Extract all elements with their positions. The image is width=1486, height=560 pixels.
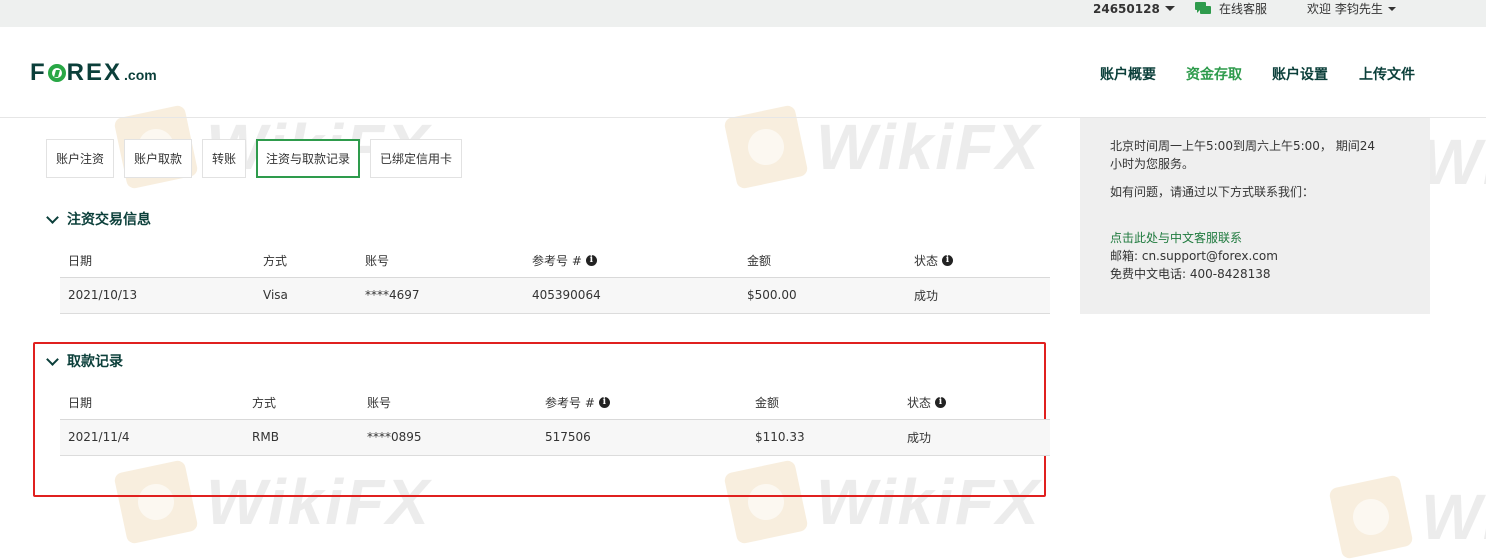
column-header: 方式 xyxy=(252,395,277,410)
site-header: F REX .com 账户概要 资金存取 账户设置 上传文件 xyxy=(0,27,1486,118)
chevron-down-icon xyxy=(1387,6,1396,11)
status-cell: 成功 xyxy=(914,288,939,303)
date-cell: 2021/11/4 xyxy=(68,430,130,444)
column-header: 日期 xyxy=(68,253,93,268)
info-icon[interactable]: i xyxy=(585,254,597,266)
column-header: 金额 xyxy=(747,253,772,268)
withdrawals-table-header: 日期 方式 账号 参考号 # i 金额 状态 i xyxy=(60,385,1050,421)
tab-transaction-history[interactable]: 注资与取款记录 xyxy=(256,139,360,178)
column-header: 状态 i xyxy=(914,243,954,277)
nav-upload-documents[interactable]: 上传文件 xyxy=(1359,64,1415,84)
chevron-down-icon xyxy=(46,352,59,366)
service-hours-cont: 小时为您服务。 xyxy=(1110,157,1195,171)
online-support-link[interactable]: 在线客服 xyxy=(1195,0,1267,17)
amount-cell: $110.33 xyxy=(755,430,805,444)
deposits-section-toggle[interactable]: 注资交易信息 xyxy=(46,209,151,229)
table-row: 2021/11/4 RMB ****0895 517506 $110.33 成功 xyxy=(60,420,1050,456)
watermark: WikiFX xyxy=(723,104,1041,190)
info-icon[interactable]: i xyxy=(935,396,947,408)
account-number: 24650128 xyxy=(1093,1,1160,16)
online-support-label: 在线客服 xyxy=(1219,2,1268,16)
tab-linked-cards[interactable]: 已绑定信用卡 xyxy=(370,139,462,178)
watermark-logo-icon xyxy=(1328,474,1414,560)
watermark: WikiFX xyxy=(1328,474,1486,560)
logo-o-icon xyxy=(47,64,66,82)
column-header: 金额 xyxy=(755,395,780,410)
nav-funding[interactable]: 资金存取 xyxy=(1186,64,1242,84)
withdrawals-section-toggle[interactable]: 取款记录 xyxy=(46,351,123,371)
account-cell: ****4697 xyxy=(365,288,420,302)
date-cell: 2021/10/13 xyxy=(68,288,138,302)
column-header: 账号 xyxy=(365,253,390,268)
chevron-down-icon xyxy=(46,210,59,224)
info-icon[interactable]: i xyxy=(942,254,954,266)
amount-cell: $500.00 xyxy=(747,288,797,302)
tab-withdraw[interactable]: 账户取款 xyxy=(124,139,192,178)
welcome-text: 欢迎 李钧先生 xyxy=(1307,2,1383,16)
support-phone[interactable]: 免费中文电话: 400-8428138 xyxy=(1110,265,1271,283)
support-email[interactable]: 邮箱: cn.support@forex.com xyxy=(1110,247,1278,265)
account-switcher[interactable]: 24650128 xyxy=(1093,0,1175,17)
method-cell: Visa xyxy=(263,288,288,302)
top-utility-bar: 24650128 在线客服 欢迎 李钧先生 xyxy=(0,0,1486,27)
tab-transfer[interactable]: 转账 xyxy=(202,139,246,178)
chinese-support-chat-link[interactable]: 点击此处与中文客服联系 xyxy=(1110,229,1242,247)
deposits-table-header: 日期 方式 账号 参考号 # i 金额 状态 i xyxy=(60,243,1050,279)
reference-cell: 405390064 xyxy=(532,288,601,302)
service-hours: 北京时间周一上午5:00到周六上午5:00， 期间24 xyxy=(1110,139,1375,153)
chat-bubbles-icon xyxy=(1195,2,1211,15)
section-title: 取款记录 xyxy=(67,354,123,370)
support-info-panel: 北京时间周一上午5:00到周六上午5:00， 期间24 小时为您服务。 如有问题… xyxy=(1080,118,1430,314)
info-icon[interactable]: i xyxy=(598,396,610,408)
column-header: 日期 xyxy=(68,395,93,410)
nav-account-settings[interactable]: 账户设置 xyxy=(1272,64,1328,84)
chevron-down-icon xyxy=(1164,6,1175,11)
forex-logo[interactable]: F REX .com xyxy=(30,59,157,86)
tab-deposit[interactable]: 账户注资 xyxy=(46,139,114,178)
column-header: 状态 i xyxy=(907,385,947,419)
column-header: 参考号 # i xyxy=(532,243,597,277)
nav-account-overview[interactable]: 账户概要 xyxy=(1100,64,1156,84)
section-title: 注资交易信息 xyxy=(67,212,151,228)
reference-cell: 517506 xyxy=(545,430,591,444)
method-cell: RMB xyxy=(252,430,279,444)
column-header: 参考号 # i xyxy=(545,385,610,419)
column-header: 账号 xyxy=(367,395,392,410)
status-cell: 成功 xyxy=(907,430,932,445)
contact-intro: 如有问题，请通过以下方式联系我们： xyxy=(1110,185,1315,199)
column-header: 方式 xyxy=(263,253,288,268)
user-menu[interactable]: 欢迎 李钧先生 xyxy=(1307,0,1396,17)
account-cell: ****0895 xyxy=(367,430,422,444)
table-row: 2021/10/13 Visa ****4697 405390064 $500.… xyxy=(60,278,1050,314)
